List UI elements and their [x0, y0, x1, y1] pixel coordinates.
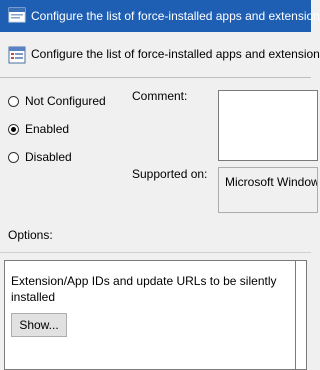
options-divider: [0, 252, 311, 253]
radio-circle[interactable]: [8, 95, 19, 107]
radio-label-not-configured: Not Configured: [25, 94, 106, 108]
options-label: Options:: [8, 228, 53, 242]
supported-on-label: Supported on:: [132, 167, 208, 181]
supported-on-field[interactable]: Microsoft Windows: [218, 167, 318, 213]
radio-circle-checked[interactable]: [8, 123, 19, 135]
window-title: Configure the list of force-installed ap…: [31, 9, 320, 23]
show-button[interactable]: Show...: [11, 313, 67, 337]
setting-title: Configure the list of force-installed ap…: [31, 47, 320, 61]
policy-setting-icon: [8, 46, 26, 64]
radio-circle[interactable]: [8, 151, 19, 163]
options-description: Extension/App IDs and update URLs to be …: [11, 274, 277, 304]
divider: [0, 77, 311, 78]
policy-icon: [8, 7, 26, 23]
options-panel: Extension/App IDs and update URLs to be …: [4, 260, 307, 370]
title-bar: Configure the list of force-installed ap…: [0, 0, 320, 32]
comment-field[interactable]: [218, 90, 318, 161]
panel-splitter: [295, 260, 296, 370]
radio-enabled[interactable]: Enabled: [8, 120, 69, 138]
comment-label: Comment:: [132, 89, 188, 103]
radio-not-configured[interactable]: Not Configured: [8, 92, 106, 110]
radio-label-enabled: Enabled: [25, 122, 70, 136]
radio-label-disabled: Disabled: [25, 150, 72, 164]
radio-disabled[interactable]: Disabled: [8, 148, 72, 166]
